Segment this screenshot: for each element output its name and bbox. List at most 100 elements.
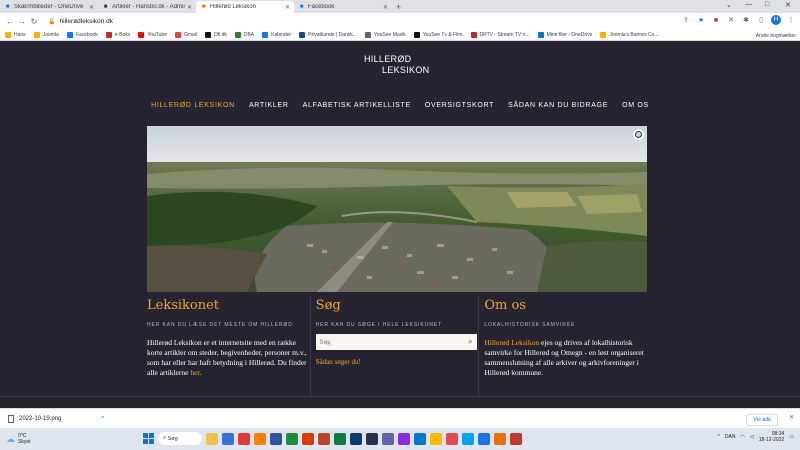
extensions-puzzle-icon[interactable]: ✱ — [741, 15, 751, 25]
language-indicator[interactable]: DAN — [725, 434, 736, 440]
site-logo[interactable]: HILLERØD LEKSIKON — [364, 54, 429, 76]
bookmark-label: Hans — [14, 32, 26, 38]
bookmark-item[interactable]: Privatkunde | Dansk... — [299, 32, 357, 38]
taskbar-search-label: Søg — [167, 435, 178, 442]
site-icon: ■ — [201, 4, 206, 10]
close-tab-icon[interactable]: ✕ — [285, 4, 290, 11]
reload-icon[interactable]: ↻ — [28, 17, 40, 26]
weather-widget[interactable]: ☁ 0°C Skyet — [6, 433, 31, 445]
close-tab-icon[interactable]: ✕ — [187, 4, 192, 11]
col-subtitle: LOKALHISTORISK SAMVIRKE — [484, 322, 576, 328]
bookmark-item[interactable]: Dfi.dk — [205, 32, 227, 38]
browser-tab[interactable]: ■ Skærmbilleder - OneDrive ✕ — [0, 1, 98, 13]
minimize-icon[interactable]: — — [745, 1, 752, 8]
taskbar-app-icon[interactable] — [414, 432, 426, 445]
taskbar-app-icon[interactable] — [270, 432, 282, 445]
browser-tab[interactable]: ■ Facebook ✕ — [294, 1, 392, 13]
back-icon[interactable]: ← — [4, 17, 16, 26]
leksikon-link[interactable]: Hillerød Leksikon — [484, 338, 539, 347]
taskbar-search[interactable]: ⌕ Søg — [158, 432, 202, 445]
taskbar-app-icon[interactable] — [366, 432, 378, 445]
feature-columns: Leksikonet HER KAN DU LÆSE DET MESTE OM … — [147, 296, 647, 396]
clock[interactable]: 08:34 18-12-2022 — [759, 431, 785, 443]
nav-item[interactable]: SÅDAN KAN DU BIDRAGE — [508, 102, 608, 109]
share-icon[interactable]: ⇪ — [681, 15, 691, 25]
here-link[interactable]: her. — [190, 368, 201, 377]
wifi-icon[interactable]: ◠ — [740, 434, 744, 440]
bookmark-icon — [66, 32, 73, 38]
weather-text: Skyet — [18, 439, 31, 445]
taskbar-app-icon[interactable] — [430, 432, 442, 445]
nav-item[interactable]: ALFABETISK ARTIKELLISTE — [303, 102, 411, 109]
bookmark-item[interactable]: Mine filer - OneDrive — [537, 32, 592, 38]
download-item[interactable]: 2022-10-19.png ^ — [8, 414, 104, 423]
website: HILLERØD LEKSIKON HILLERØD LEKSIKON ARTIK… — [0, 42, 800, 408]
tab-title: Artikler - Hansbo.dk - Administra — [112, 4, 185, 10]
close-window-icon[interactable]: ✕ — [785, 1, 791, 9]
bookmark-item[interactable]: YouTube — [138, 32, 167, 38]
taskbar-app-icon[interactable] — [318, 432, 330, 445]
taskbar-app-icon[interactable] — [446, 432, 458, 445]
bookmark-item[interactable]: DRTV - Stream TV o... — [470, 32, 530, 38]
bookmark-label: e-Boks — [114, 32, 131, 38]
logo-line-2: LEKSIKON — [382, 65, 430, 75]
taskbar-app-icon[interactable] — [382, 432, 394, 445]
bookmark-item[interactable]: Joomla — [33, 32, 59, 38]
forward-icon[interactable]: → — [16, 17, 28, 26]
taskbar-app-icon[interactable] — [302, 432, 314, 445]
browser-tab[interactable]: ■ Artikler - Hansbo.dk - Administra✕ — [98, 1, 196, 13]
taskbar-app-icon[interactable] — [334, 432, 346, 445]
new-tab-button[interactable]: + — [396, 1, 401, 13]
close-tab-icon[interactable]: ✕ — [383, 4, 388, 11]
bookmark-item[interactable]: DBA — [234, 32, 254, 38]
chevron-up-icon[interactable]: ^ — [718, 434, 720, 440]
taskbar-app-icon[interactable] — [238, 432, 250, 445]
maximize-icon[interactable]: □ — [765, 1, 769, 8]
bookmark-item[interactable]: e-Boks — [105, 32, 131, 38]
chevron-up-icon[interactable]: ^ — [101, 416, 104, 422]
bookmark-item[interactable]: Joomla's Banner Co... — [600, 32, 659, 38]
address-bar[interactable]: 🔒 hillerødleksikon.dk — [48, 15, 678, 27]
close-tab-icon[interactable]: ✕ — [89, 4, 94, 11]
taskbar-app-icon[interactable] — [462, 432, 474, 445]
taskbar-app-icon[interactable] — [510, 432, 522, 445]
bookmark-item[interactable]: YouSee Tv & Film — [413, 32, 463, 38]
search-box: ⌕ — [315, 334, 477, 350]
sidepanel-icon[interactable]: ▯ — [756, 15, 766, 25]
bookmark-star-icon[interactable]: ★ — [696, 15, 706, 25]
taskbar-app-icon[interactable] — [398, 432, 410, 445]
taskbar-app-icon[interactable] — [222, 432, 234, 445]
how-to-search-link[interactable]: Sådan søger du! — [316, 358, 479, 366]
show-all-button[interactable]: Vis alle — [746, 414, 778, 426]
taskbar-app-icon[interactable] — [494, 432, 506, 445]
windows-start-icon[interactable] — [143, 433, 154, 444]
taskbar-app-icon[interactable] — [478, 432, 490, 445]
search-icon[interactable]: ⌕ — [468, 337, 472, 347]
close-icon[interactable]: ✕ — [789, 414, 794, 421]
avatar[interactable]: H — [771, 15, 781, 25]
chevron-down-icon[interactable]: ⌄ — [726, 1, 732, 9]
bookmark-item[interactable]: Kalender — [262, 32, 291, 38]
bookmark-item[interactable]: Facebook — [66, 32, 98, 38]
nav-item[interactable]: OVERSIGTSKORT — [425, 102, 494, 109]
taskbar-app-icon[interactable] — [286, 432, 298, 445]
menu-icon[interactable]: ⋮ — [786, 15, 796, 25]
bookmark-item[interactable]: Gmail — [175, 32, 197, 38]
bookmark-item[interactable]: YouSee Musik — [364, 32, 406, 38]
browser-tab[interactable]: ■ Hillerød Leksikon ✕ — [196, 1, 294, 13]
bookmark-icon — [537, 32, 544, 38]
extension-icon[interactable]: ■ — [711, 15, 721, 25]
nav-item[interactable]: ARTIKLER — [249, 102, 289, 109]
hero-image — [147, 126, 647, 292]
bookmark-item[interactable]: Hans — [5, 32, 26, 38]
search-input[interactable] — [319, 338, 469, 346]
extension-icon[interactable]: ✕ — [726, 15, 736, 25]
taskbar-app-icon[interactable] — [206, 432, 218, 445]
nav-item[interactable]: OM OS — [622, 102, 649, 109]
notification-icon[interactable]: ▭ — [789, 434, 794, 440]
volume-icon[interactable]: ◁ — [750, 434, 754, 440]
other-bookmarks[interactable]: Andre bogmærker — [756, 33, 796, 39]
taskbar-app-icon[interactable] — [350, 432, 362, 445]
taskbar-app-icon[interactable] — [254, 432, 266, 445]
nav-item[interactable]: HILLERØD LEKSIKON — [151, 102, 235, 109]
